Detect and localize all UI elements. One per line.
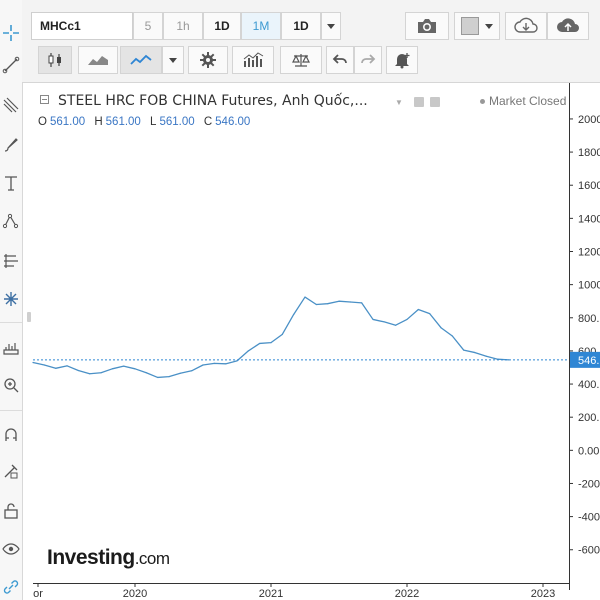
brush-icon[interactable] — [2, 136, 20, 154]
area-type-button[interactable] — [78, 46, 118, 74]
collapse-legend-button[interactable] — [40, 95, 49, 104]
save-chart-button[interactable] — [547, 12, 589, 40]
cloud-upload-icon — [557, 18, 579, 32]
low-label: L — [150, 116, 157, 128]
bell-plus-icon — [395, 53, 410, 69]
market-status: Market Closed — [480, 94, 566, 108]
zoom-in-icon[interactable] — [2, 376, 20, 394]
market-status-label: Market Closed — [489, 94, 567, 108]
eye-icon[interactable] — [2, 540, 20, 558]
indicators-button[interactable] — [232, 46, 274, 74]
symbol-search-input[interactable]: MHCc1 — [31, 12, 133, 40]
trend-line-icon[interactable] — [2, 56, 20, 74]
investing-logo: Investing.com — [47, 546, 170, 570]
open-value: 561.00 — [49, 116, 86, 128]
settings-button[interactable] — [188, 46, 228, 74]
camera-icon — [418, 19, 436, 33]
undo-button[interactable] — [326, 46, 354, 74]
high-value: 561.00 — [105, 116, 141, 128]
logo-suffix: .com — [134, 549, 170, 568]
indicators-icon — [243, 52, 264, 67]
close-small-icon[interactable] — [430, 97, 440, 107]
prediction-icon[interactable] — [2, 252, 20, 270]
interval-dropdown-button[interactable] — [321, 12, 341, 40]
color-picker-button[interactable] — [454, 12, 500, 40]
interval-1d-button[interactable]: 1D — [203, 12, 241, 40]
custom-interval-button[interactable]: 1D — [281, 12, 321, 40]
status-dot-icon — [480, 99, 485, 105]
lock-icon[interactable] — [2, 502, 20, 520]
undo-icon — [332, 54, 347, 64]
toolbar-resize-handle[interactable] — [27, 312, 31, 322]
logo-brand: Investing — [47, 546, 135, 569]
chevron-down-icon — [327, 23, 335, 29]
area-chart-icon — [88, 56, 108, 65]
chart-type-dropdown-button[interactable] — [162, 46, 184, 74]
scales-icon — [292, 54, 310, 67]
screenshot-button[interactable] — [405, 12, 449, 40]
interval-5-button[interactable]: 5 — [133, 12, 163, 40]
low-value: 561.00 — [159, 116, 195, 128]
load-chart-button[interactable] — [505, 12, 547, 40]
redo-icon — [361, 54, 376, 64]
ruler-icon[interactable] — [2, 338, 20, 356]
chevron-down-icon — [169, 57, 177, 63]
drawing-toolbar — [0, 0, 23, 600]
text-tool-icon[interactable] — [2, 174, 20, 192]
interval-1h-button[interactable]: 1h — [163, 12, 203, 40]
lock-drawings-icon[interactable] — [2, 462, 20, 480]
open-label: O — [38, 116, 47, 128]
compare-button[interactable] — [280, 46, 322, 74]
redo-button[interactable] — [354, 46, 382, 74]
magnet-icon[interactable] — [2, 426, 20, 444]
candlestick-icon — [48, 53, 61, 67]
measure-icon[interactable] — [2, 290, 20, 308]
gear-icon — [200, 52, 216, 68]
ohlc-legend: O 561.00 H 561.00 L 561.00 C 546.00 — [38, 116, 256, 128]
settings-small-icon[interactable] — [414, 97, 424, 107]
chevron-down-icon — [485, 23, 493, 29]
crosshair-icon[interactable] — [2, 24, 20, 42]
fib-retracement-icon[interactable] — [2, 96, 20, 114]
color-swatch — [461, 17, 479, 35]
chart-title: STEEL HRC FOB CHINA Futures, Anh Quốc,..… — [58, 93, 368, 109]
title-dropdown-icon[interactable]: ▼ — [395, 98, 403, 107]
high-label: H — [94, 116, 103, 128]
line-type-button[interactable] — [120, 46, 162, 74]
interval-1m-button[interactable]: 1M — [241, 12, 281, 40]
line-chart-icon — [130, 54, 152, 65]
close-label: C — [203, 116, 213, 128]
close-value: 546.00 — [215, 116, 251, 128]
cloud-download-icon — [514, 17, 538, 33]
link-icon[interactable] — [2, 578, 20, 596]
alert-button[interactable] — [386, 46, 418, 74]
pattern-icon[interactable] — [2, 212, 20, 230]
chart-pane[interactable] — [33, 83, 600, 600]
candles-type-button[interactable] — [38, 46, 72, 74]
